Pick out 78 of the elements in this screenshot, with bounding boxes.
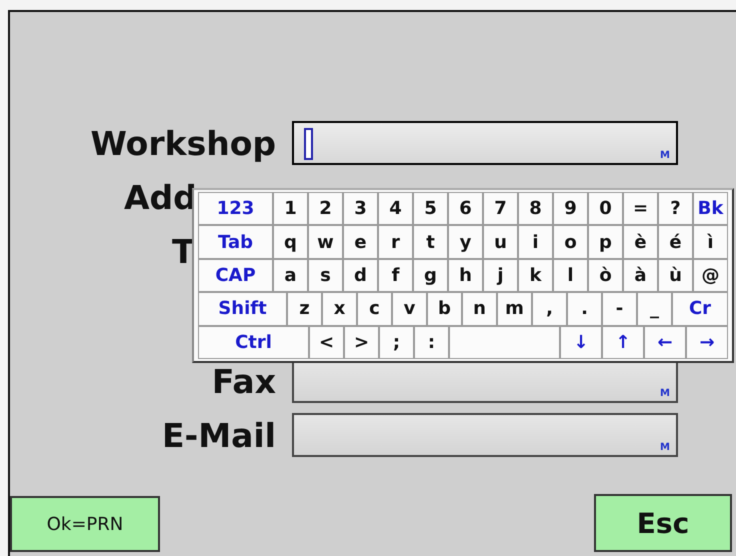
field-label: Add — [124, 178, 197, 216]
keyboard-key[interactable]: 123 — [198, 192, 273, 226]
keyboard-key[interactable]: Tab — [198, 225, 273, 259]
text-cursor — [304, 128, 313, 160]
keyboard-key[interactable]: Shift — [198, 292, 287, 326]
space-key[interactable] — [449, 326, 560, 360]
keyboard-key[interactable]: ù — [658, 258, 693, 292]
keyboard-key[interactable]: q — [273, 225, 308, 259]
keyboard-key[interactable]: w — [308, 225, 343, 259]
keyboard-key[interactable]: à — [623, 258, 658, 292]
keyboard-key[interactable]: n — [462, 292, 497, 326]
keyboard-key[interactable]: 4 — [378, 192, 413, 226]
field-label: E-Mail — [162, 416, 276, 454]
keyboard-key[interactable]: f — [378, 258, 413, 292]
keyboard-key[interactable]: Cr — [672, 292, 728, 326]
keyboard-key[interactable]: y — [448, 225, 483, 259]
keyboard-key[interactable]: b — [427, 292, 462, 326]
keyboard-key[interactable]: k — [518, 258, 553, 292]
keyboard-key[interactable]: 3 — [343, 192, 378, 226]
keyboard-key[interactable]: è — [623, 225, 658, 259]
keyboard-key[interactable]: 8 — [518, 192, 553, 226]
keyboard-key[interactable]: ? — [658, 192, 693, 226]
keyboard-key[interactable]: a — [273, 258, 308, 292]
keyboard-key[interactable]: u — [483, 225, 518, 259]
keyboard-key[interactable]: c — [357, 292, 392, 326]
keyboard-key[interactable]: > — [344, 326, 379, 360]
keyboard-key[interactable]: z — [287, 292, 322, 326]
keyboard-key[interactable]: = — [623, 192, 658, 226]
field-marker: M — [660, 150, 670, 161]
keyboard-key[interactable]: ; — [379, 326, 414, 360]
keyboard-key[interactable]: : — [414, 326, 449, 360]
keyboard-key[interactable]: 7 — [483, 192, 518, 226]
field-marker: M — [660, 388, 670, 399]
keyboard-key[interactable]: 6 — [448, 192, 483, 226]
keyboard-key[interactable]: 2 — [308, 192, 343, 226]
keyboard-key[interactable]: x — [322, 292, 357, 326]
field-marker: M — [660, 442, 670, 453]
keyboard-key[interactable]: _ — [637, 292, 672, 326]
keyboard-key[interactable]: 5 — [413, 192, 448, 226]
keyboard-key[interactable]: s — [308, 258, 343, 292]
input-field[interactable]: M — [292, 121, 678, 165]
keyboard-key[interactable]: . — [567, 292, 602, 326]
keyboard-key[interactable]: h — [448, 258, 483, 292]
keyboard-key[interactable]: → — [686, 326, 728, 360]
keyboard-key[interactable]: t — [413, 225, 448, 259]
keyboard-key[interactable]: é — [658, 225, 693, 259]
keyboard-key[interactable]: < — [309, 326, 344, 360]
keyboard-key[interactable]: p — [588, 225, 623, 259]
field-label: Fax — [212, 362, 276, 400]
keyboard-key[interactable]: - — [602, 292, 637, 326]
action-button[interactable]: Esc — [594, 494, 732, 552]
keyboard-key[interactable]: @ — [693, 258, 728, 292]
keyboard-key[interactable]: j — [483, 258, 518, 292]
keyboard-key[interactable]: CAP — [198, 258, 273, 292]
keyboard-key[interactable]: ò — [588, 258, 623, 292]
keyboard-key[interactable]: d — [343, 258, 378, 292]
keyboard-key[interactable]: 1 — [273, 192, 308, 226]
field-label: Workshop — [90, 124, 276, 162]
keyboard-key[interactable]: ← — [644, 326, 686, 360]
action-button[interactable]: Ok=PRN — [10, 496, 160, 552]
field-label: T — [172, 232, 195, 270]
keyboard-key[interactable]: ↓ — [560, 326, 602, 360]
input-field[interactable]: M — [292, 413, 678, 457]
keyboard-key[interactable]: ↑ — [602, 326, 644, 360]
keyboard-key[interactable]: l — [553, 258, 588, 292]
keyboard-key[interactable]: Ctrl — [198, 326, 309, 360]
keyboard-key[interactable]: Bk — [693, 192, 728, 226]
keyboard-key[interactable]: v — [392, 292, 427, 326]
keyboard-key[interactable]: , — [532, 292, 567, 326]
keyboard-key[interactable]: i — [518, 225, 553, 259]
keyboard-key[interactable]: r — [378, 225, 413, 259]
keyboard-key[interactable]: 0 — [588, 192, 623, 226]
keyboard-key[interactable]: 9 — [553, 192, 588, 226]
keyboard-key[interactable]: g — [413, 258, 448, 292]
keyboard-key[interactable]: e — [343, 225, 378, 259]
keyboard-key[interactable]: ì — [693, 225, 728, 259]
keyboard-key[interactable]: o — [553, 225, 588, 259]
keyboard-key[interactable]: m — [497, 292, 532, 326]
